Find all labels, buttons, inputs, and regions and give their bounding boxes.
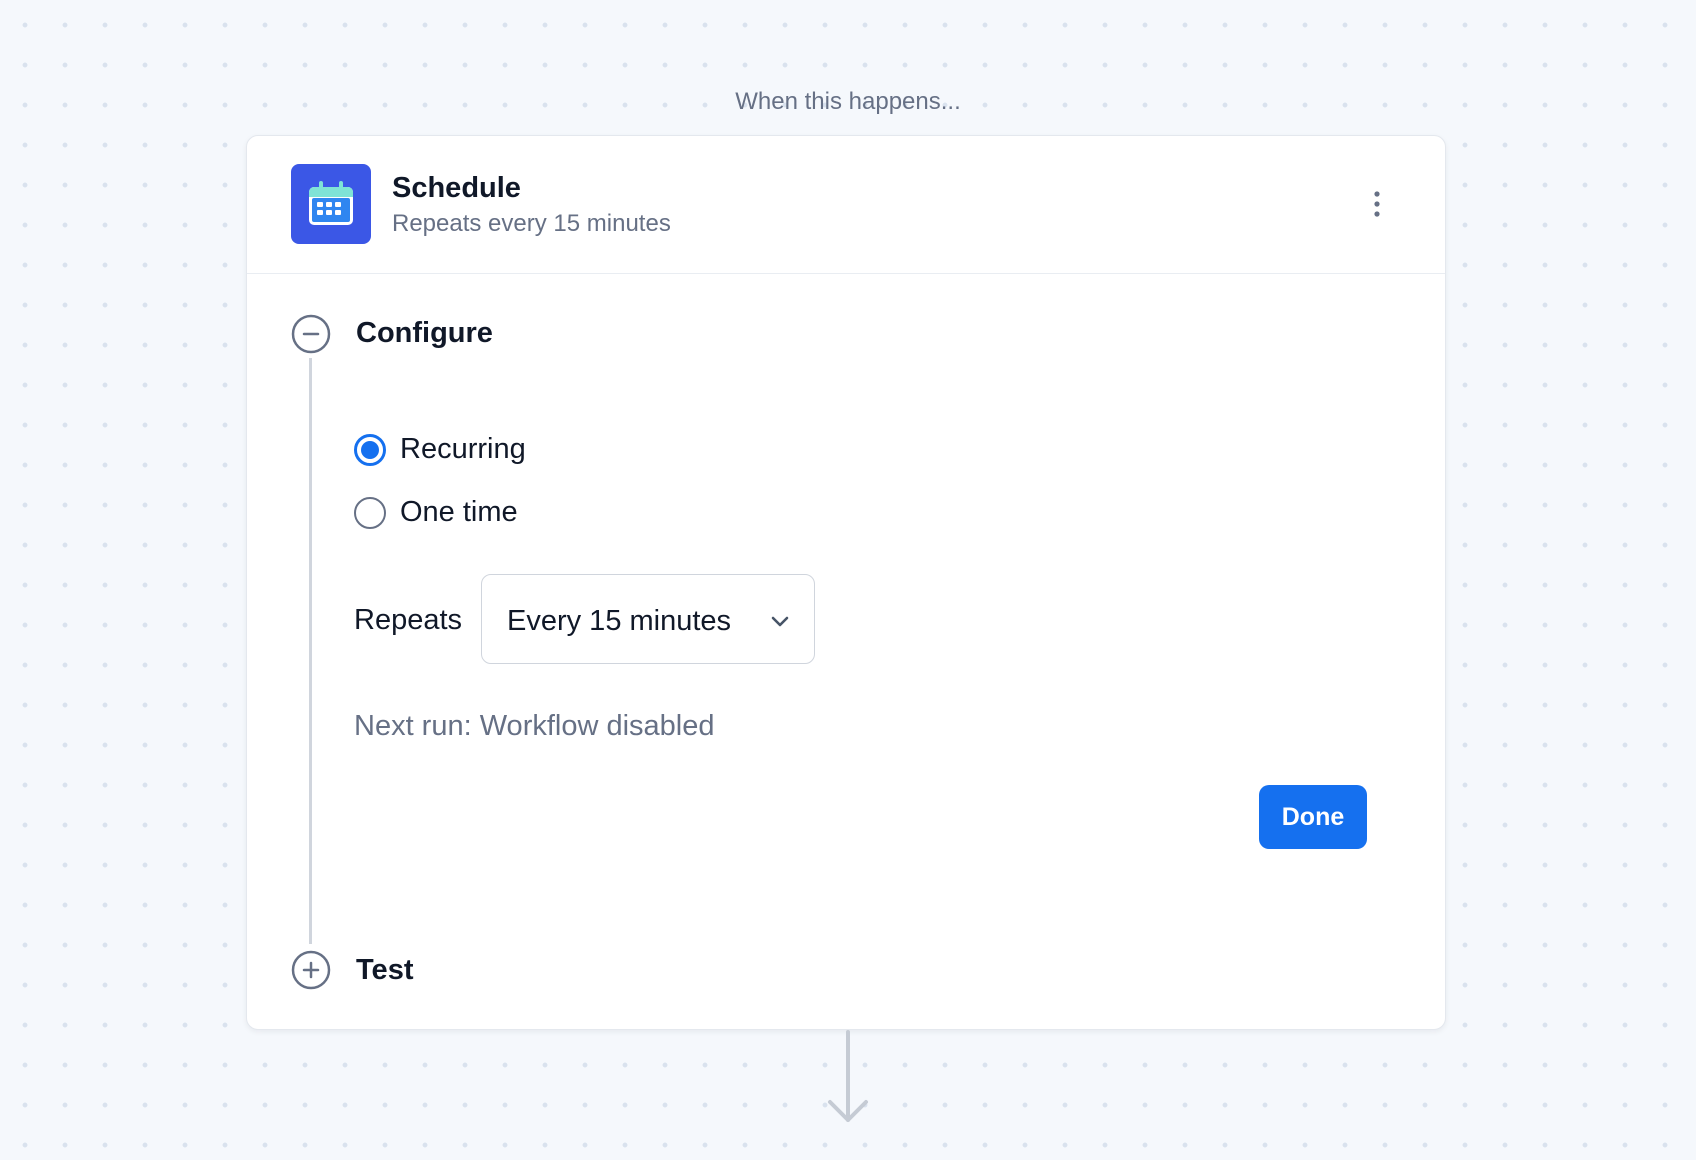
plus-circle-icon[interactable]: [291, 950, 331, 990]
step-title-test[interactable]: Test: [356, 954, 413, 987]
trigger-card: Schedule Repeats every 15 minutes Config…: [246, 135, 1446, 1030]
trigger-card-header[interactable]: Schedule Repeats every 15 minutes: [247, 136, 1445, 274]
more-vertical-icon: [1374, 191, 1380, 217]
radio-button-one-time[interactable]: [354, 496, 386, 529]
done-button[interactable]: Done: [1259, 785, 1367, 849]
more-options-button[interactable]: [1357, 182, 1397, 226]
trigger-caption: When this happens...: [735, 88, 961, 115]
radio-option-recurring[interactable]: Recurring: [354, 433, 526, 466]
radio-label-recurring: Recurring: [400, 433, 526, 465]
radio-button-recurring[interactable]: [354, 433, 386, 466]
chevron-down-icon: [771, 616, 789, 627]
radio-option-one-time[interactable]: One time: [354, 496, 518, 529]
trigger-title: Schedule: [392, 172, 521, 204]
repeats-label: Repeats: [354, 604, 463, 636]
calendar-icon: [291, 164, 371, 244]
step-timeline-connector: [309, 358, 312, 944]
trigger-subtitle: Repeats every 15 minutes: [392, 210, 671, 237]
radio-label-one-time: One time: [400, 496, 518, 528]
repeats-select[interactable]: Every 15 minutes: [481, 574, 815, 664]
arrow-down-icon: [828, 1030, 868, 1122]
next-run-status: Next run: Workflow disabled: [354, 710, 715, 742]
step-title-configure[interactable]: Configure: [356, 317, 493, 350]
minus-circle-icon[interactable]: [291, 314, 331, 354]
repeats-select-value: Every 15 minutes: [507, 605, 732, 637]
